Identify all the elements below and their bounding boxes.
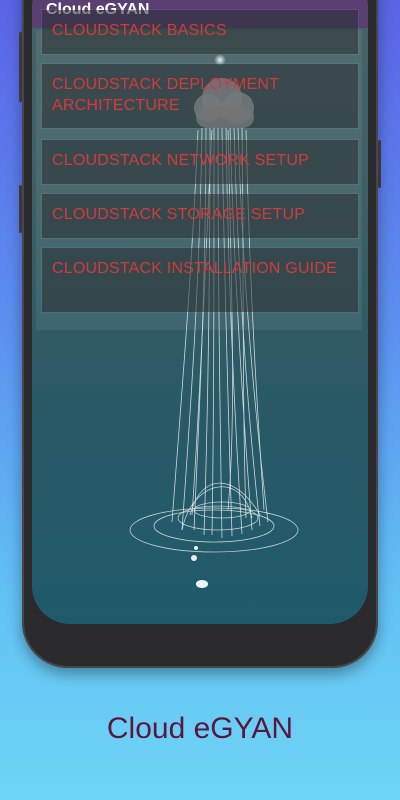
side-button-right <box>378 140 381 188</box>
power-button <box>19 185 22 233</box>
menu-list: CLOUDSTACK BASICS CLOUDSTACK DEPLOYMENT … <box>32 10 368 624</box>
volume-button <box>19 32 22 102</box>
menu-item-network-setup[interactable]: CLOUDSTACK NETWORK SETUP <box>42 140 358 184</box>
menu-item-storage-setup[interactable]: CLOUDSTACK STORAGE SETUP <box>42 194 358 238</box>
app-name-caption: Cloud eGYAN <box>106 712 294 745</box>
phone-frame: Cloud eGYAN CLOUDSTACK BASICS CLOUDSTACK… <box>19 0 381 668</box>
menu-item-cloudstack-basics[interactable]: CLOUDSTACK BASICS <box>42 10 358 54</box>
menu-item-deployment-architecture[interactable]: CLOUDSTACK DEPLOYMENT ARCHITECTURE <box>42 64 358 128</box>
phone-screen: Cloud eGYAN CLOUDSTACK BASICS CLOUDSTACK… <box>32 0 368 624</box>
menu-item-installation-guide[interactable]: CLOUDSTACK INSTALLATION GUIDE <box>42 248 358 312</box>
